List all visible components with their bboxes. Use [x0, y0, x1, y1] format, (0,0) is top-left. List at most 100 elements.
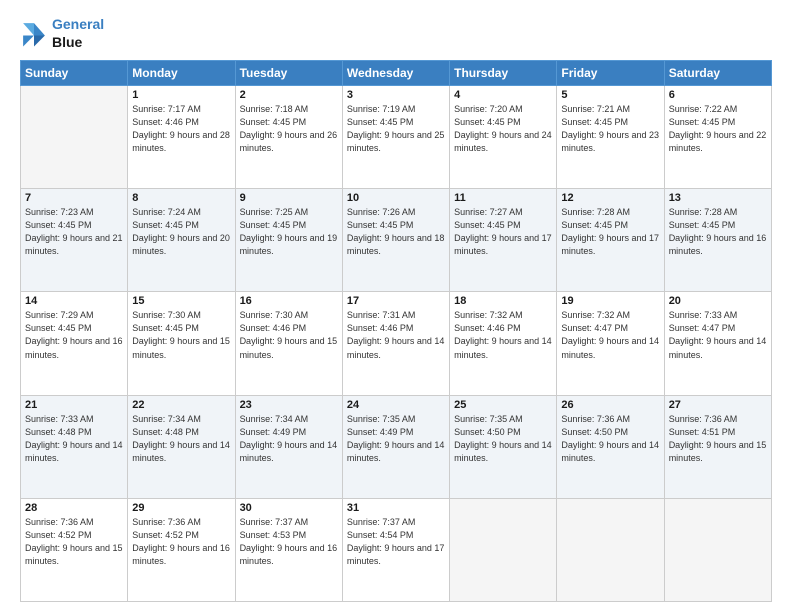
calendar-day-cell: 2 Sunrise: 7:18 AMSunset: 4:45 PMDaylight… — [235, 86, 342, 189]
day-info: Sunrise: 7:25 AMSunset: 4:45 PMDaylight:… — [240, 206, 338, 258]
weekday-header: Friday — [557, 61, 664, 86]
day-number: 23 — [240, 399, 338, 411]
weekday-header: Thursday — [450, 61, 557, 86]
calendar-day-cell: 26 Sunrise: 7:36 AMSunset: 4:50 PMDayligh… — [557, 395, 664, 498]
calendar-day-cell: 19 Sunrise: 7:32 AMSunset: 4:47 PMDayligh… — [557, 292, 664, 395]
day-number: 25 — [454, 399, 552, 411]
calendar-day-cell: 7 Sunrise: 7:23 AMSunset: 4:45 PMDaylight… — [21, 189, 128, 292]
calendar-week-row: 21 Sunrise: 7:33 AMSunset: 4:48 PMDayligh… — [21, 395, 772, 498]
day-number: 17 — [347, 295, 445, 307]
day-number: 14 — [25, 295, 123, 307]
calendar-day-cell: 22 Sunrise: 7:34 AMSunset: 4:48 PMDayligh… — [128, 395, 235, 498]
day-info: Sunrise: 7:37 AMSunset: 4:53 PMDaylight:… — [240, 516, 338, 568]
calendar-day-cell: 18 Sunrise: 7:32 AMSunset: 4:46 PMDayligh… — [450, 292, 557, 395]
day-number: 31 — [347, 502, 445, 514]
day-info: Sunrise: 7:17 AMSunset: 4:46 PMDaylight:… — [132, 103, 230, 155]
weekday-header-row: SundayMondayTuesdayWednesdayThursdayFrid… — [21, 61, 772, 86]
calendar-day-cell: 3 Sunrise: 7:19 AMSunset: 4:45 PMDaylight… — [342, 86, 449, 189]
day-number: 13 — [669, 192, 767, 204]
day-number: 3 — [347, 89, 445, 101]
day-number: 20 — [669, 295, 767, 307]
calendar-day-cell: 27Sunrise: 7:36 AMSunset: 4:51 PMDayligh… — [664, 395, 771, 498]
day-number: 15 — [132, 295, 230, 307]
calendar-day-cell: 23 Sunrise: 7:34 AMSunset: 4:49 PMDayligh… — [235, 395, 342, 498]
day-info: Sunrise: 7:33 AMSunset: 4:47 PMDaylight:… — [669, 309, 767, 361]
calendar-day-cell: 21 Sunrise: 7:33 AMSunset: 4:48 PMDayligh… — [21, 395, 128, 498]
calendar-day-cell: 13 Sunrise: 7:28 AMSunset: 4:45 PMDayligh… — [664, 189, 771, 292]
calendar-day-cell: 10 Sunrise: 7:26 AMSunset: 4:45 PMDayligh… — [342, 189, 449, 292]
day-number: 19 — [561, 295, 659, 307]
day-number: 7 — [25, 192, 123, 204]
calendar-day-cell: 4 Sunrise: 7:20 AMSunset: 4:45 PMDaylight… — [450, 86, 557, 189]
calendar-table: SundayMondayTuesdayWednesdayThursdayFrid… — [20, 60, 772, 602]
day-number: 4 — [454, 89, 552, 101]
day-info: Sunrise: 7:29 AMSunset: 4:45 PMDaylight:… — [25, 309, 123, 361]
day-number: 1 — [132, 89, 230, 101]
day-info: Sunrise: 7:30 AMSunset: 4:46 PMDaylight:… — [240, 309, 338, 361]
calendar-day-cell: 5 Sunrise: 7:21 AMSunset: 4:45 PMDaylight… — [557, 86, 664, 189]
day-number: 21 — [25, 399, 123, 411]
day-number: 5 — [561, 89, 659, 101]
calendar-day-cell: 29Sunrise: 7:36 AMSunset: 4:52 PMDayligh… — [128, 498, 235, 601]
day-number: 8 — [132, 192, 230, 204]
page: General Blue SundayMondayTuesdayWednesda… — [0, 0, 792, 612]
calendar-day-cell: 25 Sunrise: 7:35 AMSunset: 4:50 PMDayligh… — [450, 395, 557, 498]
day-info: Sunrise: 7:36 AMSunset: 4:52 PMDaylight:… — [25, 516, 123, 568]
day-info: Sunrise: 7:32 AMSunset: 4:47 PMDaylight:… — [561, 309, 659, 361]
calendar-day-cell: 15 Sunrise: 7:30 AMSunset: 4:45 PMDayligh… — [128, 292, 235, 395]
day-info: Sunrise: 7:37 AMSunset: 4:54 PMDaylight:… — [347, 516, 445, 568]
day-number: 28 — [25, 502, 123, 514]
day-info: Sunrise: 7:19 AMSunset: 4:45 PMDaylight:… — [347, 103, 445, 155]
logo: General Blue — [20, 16, 104, 52]
day-number: 26 — [561, 399, 659, 411]
day-number: 29 — [132, 502, 230, 514]
day-number: 9 — [240, 192, 338, 204]
calendar-week-row: 28 Sunrise: 7:36 AMSunset: 4:52 PMDayligh… — [21, 498, 772, 601]
day-info: Sunrise: 7:18 AMSunset: 4:45 PMDaylight:… — [240, 103, 338, 155]
day-number: 18 — [454, 295, 552, 307]
logo-text: General Blue — [52, 16, 104, 52]
day-info: Sunrise: 7:32 AMSunset: 4:46 PMDaylight:… — [454, 309, 552, 361]
day-info: Sunrise: 7:24 AMSunset: 4:45 PMDaylight:… — [132, 206, 230, 258]
day-info: Sunrise: 7:30 AMSunset: 4:45 PMDaylight:… — [132, 309, 230, 361]
day-number: 10 — [347, 192, 445, 204]
calendar-week-row: 14 Sunrise: 7:29 AMSunset: 4:45 PMDayligh… — [21, 292, 772, 395]
calendar-day-cell: 16 Sunrise: 7:30 AMSunset: 4:46 PMDayligh… — [235, 292, 342, 395]
day-info: Sunrise: 7:31 AMSunset: 4:46 PMDaylight:… — [347, 309, 445, 361]
calendar-day-cell: 30Sunrise: 7:37 AMSunset: 4:53 PMDayligh… — [235, 498, 342, 601]
day-info: Sunrise: 7:21 AMSunset: 4:45 PMDaylight:… — [561, 103, 659, 155]
day-info: Sunrise: 7:27 AMSunset: 4:45 PMDaylight:… — [454, 206, 552, 258]
calendar-day-cell: 8 Sunrise: 7:24 AMSunset: 4:45 PMDaylight… — [128, 189, 235, 292]
calendar-day-cell: 1 Sunrise: 7:17 AMSunset: 4:46 PMDaylight… — [128, 86, 235, 189]
day-info: Sunrise: 7:33 AMSunset: 4:48 PMDaylight:… — [25, 413, 123, 465]
day-info: Sunrise: 7:20 AMSunset: 4:45 PMDaylight:… — [454, 103, 552, 155]
day-number: 12 — [561, 192, 659, 204]
calendar-day-cell: 9 Sunrise: 7:25 AMSunset: 4:45 PMDaylight… — [235, 189, 342, 292]
day-info: Sunrise: 7:35 AMSunset: 4:49 PMDaylight:… — [347, 413, 445, 465]
weekday-header: Sunday — [21, 61, 128, 86]
calendar-day-cell — [450, 498, 557, 601]
calendar-week-row: 1 Sunrise: 7:17 AMSunset: 4:46 PMDaylight… — [21, 86, 772, 189]
day-info: Sunrise: 7:34 AMSunset: 4:49 PMDaylight:… — [240, 413, 338, 465]
day-info: Sunrise: 7:28 AMSunset: 4:45 PMDaylight:… — [561, 206, 659, 258]
day-number: 27 — [669, 399, 767, 411]
day-info: Sunrise: 7:23 AMSunset: 4:45 PMDaylight:… — [25, 206, 123, 258]
calendar-day-cell: 17 Sunrise: 7:31 AMSunset: 4:46 PMDayligh… — [342, 292, 449, 395]
calendar-day-cell: 14 Sunrise: 7:29 AMSunset: 4:45 PMDayligh… — [21, 292, 128, 395]
weekday-header: Wednesday — [342, 61, 449, 86]
day-info: Sunrise: 7:35 AMSunset: 4:50 PMDaylight:… — [454, 413, 552, 465]
day-info: Sunrise: 7:26 AMSunset: 4:45 PMDaylight:… — [347, 206, 445, 258]
day-info: Sunrise: 7:34 AMSunset: 4:48 PMDaylight:… — [132, 413, 230, 465]
day-info: Sunrise: 7:36 AMSunset: 4:50 PMDaylight:… — [561, 413, 659, 465]
day-number: 16 — [240, 295, 338, 307]
day-number: 6 — [669, 89, 767, 101]
calendar-day-cell: 28 Sunrise: 7:36 AMSunset: 4:52 PMDayligh… — [21, 498, 128, 601]
day-number: 2 — [240, 89, 338, 101]
day-number: 22 — [132, 399, 230, 411]
calendar-day-cell: 11Sunrise: 7:27 AMSunset: 4:45 PMDayligh… — [450, 189, 557, 292]
calendar-day-cell: 31 Sunrise: 7:37 AMSunset: 4:54 PMDayligh… — [342, 498, 449, 601]
calendar-day-cell — [21, 86, 128, 189]
day-info: Sunrise: 7:28 AMSunset: 4:45 PMDaylight:… — [669, 206, 767, 258]
logo-icon — [20, 20, 48, 48]
calendar-day-cell: 20 Sunrise: 7:33 AMSunset: 4:47 PMDayligh… — [664, 292, 771, 395]
